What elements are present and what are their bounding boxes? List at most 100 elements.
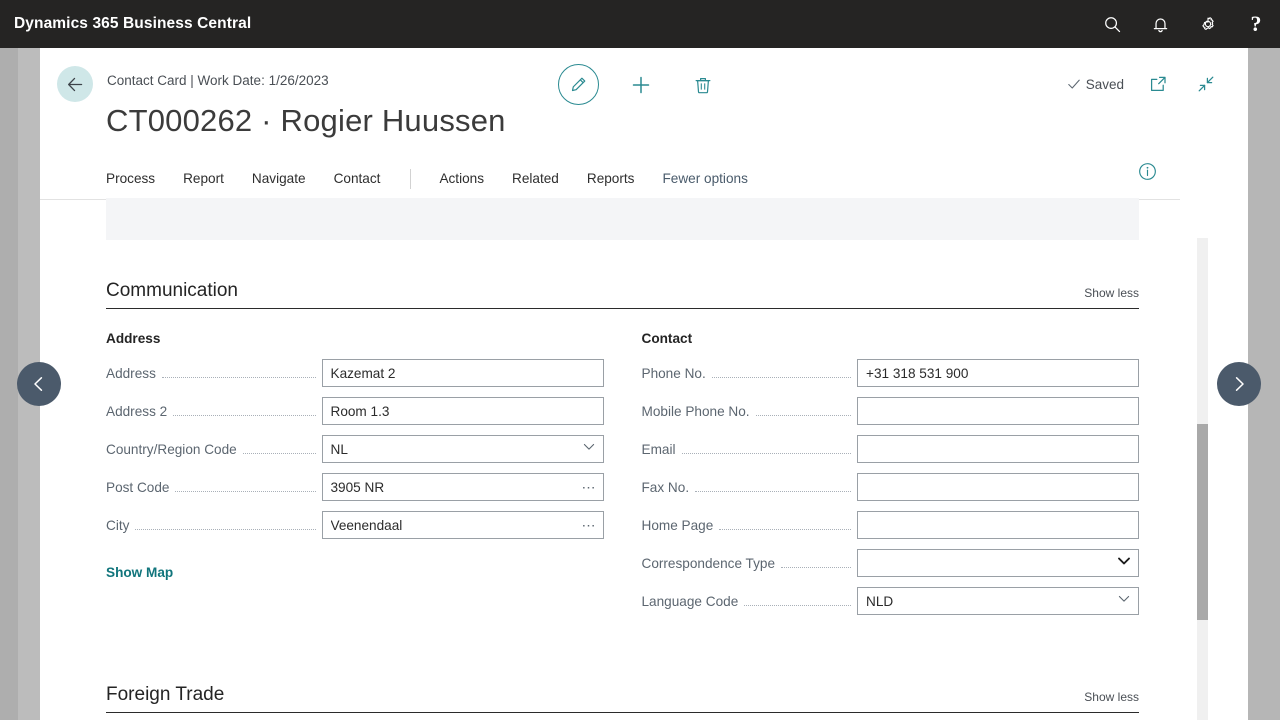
- field-city-control[interactable]: ⋯: [321, 511, 604, 539]
- fax-no-input[interactable]: [858, 474, 1138, 500]
- field-country-region-code-label: Country/Region Code: [106, 441, 237, 457]
- field-city: City ⋯: [106, 511, 604, 539]
- field-email: Email: [642, 435, 1139, 463]
- ribbon-item-actions[interactable]: Actions: [439, 171, 484, 186]
- leader-dots: [242, 441, 316, 454]
- field-correspondence-type-label: Correspondence Type: [641, 555, 776, 571]
- page-scrollbar-thumb[interactable]: [1197, 424, 1208, 620]
- saved-label: Saved: [1085, 76, 1124, 92]
- address-input[interactable]: [322, 360, 603, 386]
- city-input[interactable]: [322, 512, 603, 538]
- page-status-group: Saved: [1067, 70, 1220, 98]
- ribbon-item-fewer-options[interactable]: Fewer options: [662, 171, 747, 186]
- phone-no-input[interactable]: [858, 360, 1138, 386]
- next-record-button[interactable]: [1217, 362, 1261, 406]
- help-question-glyph: ?: [1250, 11, 1262, 36]
- leader-dots: [681, 441, 851, 454]
- address-column: Address Address Address 2: [106, 331, 604, 625]
- settings-gear-icon[interactable]: [1184, 0, 1232, 48]
- application-window: Dynamics 365 Business Central ? Contact …: [0, 0, 1280, 720]
- field-language-code-label: Language Code: [641, 593, 739, 609]
- field-home-page-control[interactable]: [857, 511, 1139, 539]
- section-communication-title: Communication: [106, 280, 238, 301]
- address-2-input[interactable]: [322, 398, 603, 424]
- mobile-phone-no-input[interactable]: [858, 398, 1138, 424]
- leader-dots: [711, 365, 851, 378]
- email-input[interactable]: [858, 436, 1138, 462]
- leader-dots: [781, 555, 851, 568]
- field-address-label: Address: [106, 365, 156, 381]
- ribbon-item-report[interactable]: Report: [183, 171, 224, 186]
- open-in-new-window-icon[interactable]: [1144, 70, 1172, 98]
- show-map-link[interactable]: Show Map: [106, 565, 173, 580]
- leader-dots: [173, 403, 316, 416]
- field-post-code-control[interactable]: ⋯: [321, 473, 604, 501]
- field-address-control[interactable]: [321, 359, 604, 387]
- previous-record-button[interactable]: [17, 362, 61, 406]
- field-correspondence-type-control[interactable]: [857, 549, 1139, 577]
- ribbon-item-process[interactable]: Process: [106, 171, 155, 186]
- leader-dots: [744, 593, 851, 606]
- leader-dots: [755, 403, 851, 416]
- section-foreign-trade: Foreign Trade Show less: [106, 684, 1139, 713]
- section-foreign-trade-show-less[interactable]: Show less: [1084, 690, 1139, 706]
- delete-trash-button[interactable]: [683, 65, 723, 105]
- field-email-control[interactable]: [857, 435, 1139, 463]
- leader-dots: [161, 365, 316, 378]
- field-phone-no-label: Phone No.: [641, 365, 706, 381]
- leader-dots: [695, 479, 851, 492]
- ribbon-item-navigate[interactable]: Navigate: [252, 171, 306, 186]
- notifications-bell-icon[interactable]: [1136, 0, 1184, 48]
- status-badge-saved: Saved: [1067, 77, 1124, 92]
- field-country-region-code-control[interactable]: [321, 435, 604, 463]
- back-button[interactable]: [57, 66, 93, 102]
- left-gutter-dark: [0, 48, 18, 720]
- app-header-bar: Dynamics 365 Business Central ?: [0, 0, 1280, 48]
- field-mobile-phone-no: Mobile Phone No.: [642, 397, 1139, 425]
- correspondence-type-select[interactable]: [858, 550, 1138, 576]
- communication-columns: Address Address Address 2: [106, 331, 1139, 625]
- field-fax-no-label: Fax No.: [641, 479, 690, 495]
- ribbon-item-contact[interactable]: Contact: [334, 171, 381, 186]
- field-phone-no: Phone No.: [641, 359, 1139, 387]
- assist-edit-ellipsis-icon[interactable]: ⋯: [582, 518, 597, 532]
- field-phone-no-control[interactable]: [857, 359, 1139, 387]
- breadcrumb: Contact Card | Work Date: 1/26/2023: [107, 73, 329, 88]
- field-address-2: Address 2: [106, 397, 604, 425]
- collapse-arrows-icon[interactable]: [1192, 70, 1220, 98]
- contact-column: Contact Phone No. Mobile Phone No.: [641, 331, 1139, 625]
- section-communication-show-less[interactable]: Show less: [1084, 286, 1139, 302]
- field-address-2-control[interactable]: [321, 397, 604, 425]
- field-post-code-label: Post Code: [106, 479, 170, 495]
- post-code-input[interactable]: [322, 474, 603, 500]
- page-scrollbar-track[interactable]: [1197, 238, 1208, 720]
- information-icon[interactable]: [1137, 161, 1158, 187]
- search-icon[interactable]: [1088, 0, 1136, 48]
- chevron-left-icon: [34, 377, 43, 391]
- section-foreign-trade-header: Foreign Trade Show less: [106, 684, 1139, 713]
- field-language-code-control[interactable]: [857, 587, 1139, 615]
- new-plus-button[interactable]: [621, 65, 661, 105]
- leader-dots: [175, 479, 316, 492]
- field-correspondence-type: Correspondence Type: [641, 549, 1139, 577]
- field-home-page-label: Home Page: [641, 517, 714, 533]
- assist-edit-ellipsis-icon[interactable]: ⋯: [582, 480, 597, 494]
- country-region-code-input[interactable]: [322, 436, 603, 462]
- edit-pencil-button[interactable]: [558, 64, 599, 105]
- ribbon-item-related[interactable]: Related: [512, 171, 559, 186]
- field-fax-no-control[interactable]: [857, 473, 1139, 501]
- home-page-input[interactable]: [858, 512, 1138, 538]
- field-city-label: City: [106, 517, 130, 533]
- field-home-page: Home Page: [641, 511, 1139, 539]
- help-question-icon[interactable]: ?: [1232, 0, 1280, 48]
- field-post-code: Post Code ⋯: [106, 473, 604, 501]
- ribbon-item-reports[interactable]: Reports: [587, 171, 635, 186]
- section-foreign-trade-title: Foreign Trade: [106, 684, 225, 705]
- field-address: Address: [106, 359, 604, 387]
- page-action-toolbar: [558, 64, 723, 105]
- page-canvas: Contact Card | Work Date: 1/26/2023 CT00…: [40, 48, 1248, 720]
- language-code-input[interactable]: [858, 588, 1138, 614]
- field-mobile-phone-no-control[interactable]: [857, 397, 1139, 425]
- field-country-region-code: Country/Region Code: [106, 435, 604, 463]
- chevron-right-icon: [1235, 377, 1244, 391]
